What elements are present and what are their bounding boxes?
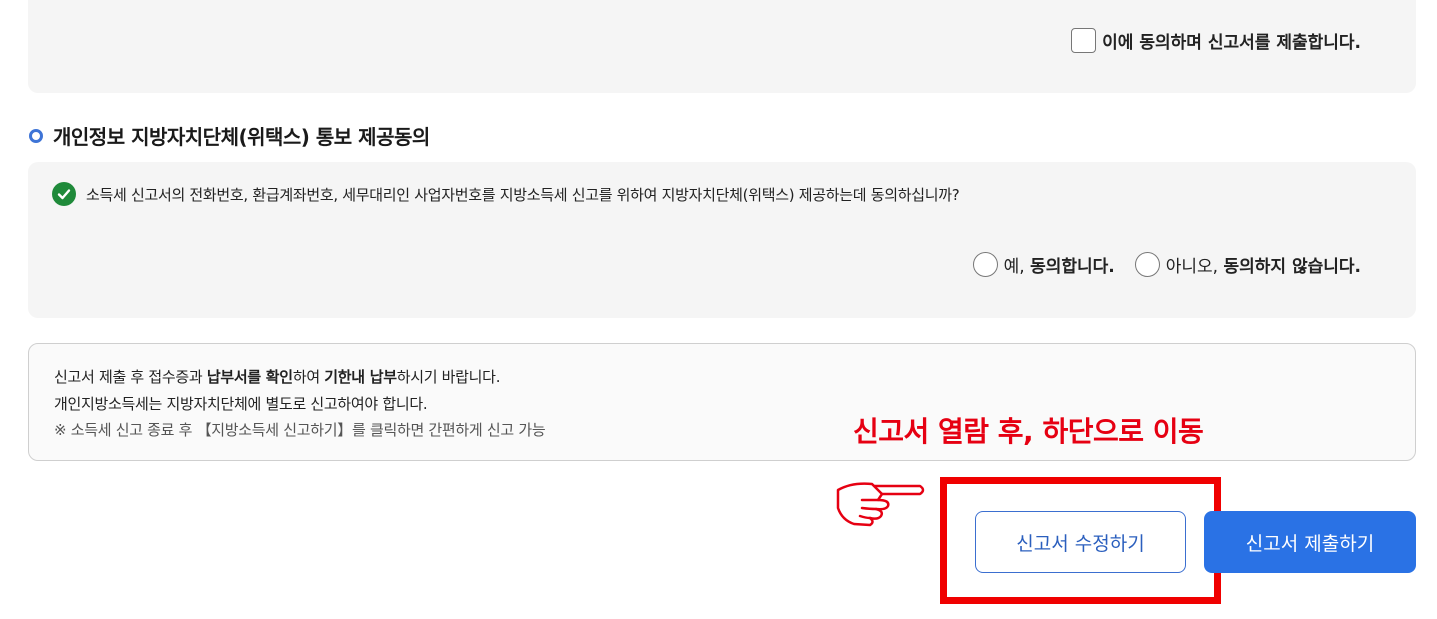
radio-yes[interactable] bbox=[972, 252, 998, 277]
checkbox-icon[interactable] bbox=[1071, 28, 1097, 53]
agree-submit-label: 이에 동의하며 신고서를 제출합니다. bbox=[1102, 33, 1361, 53]
submit-report-button[interactable]: 신고서 제출하기 bbox=[1204, 511, 1416, 573]
consent-question: 소득세 신고서의 전화번호, 환급계좌번호, 세무대리인 사업자번호를 지방소득… bbox=[52, 182, 960, 206]
consent-question-text: 소득세 신고서의 전화번호, 환급계좌번호, 세무대리인 사업자번호를 지방소득… bbox=[86, 185, 960, 204]
agree-submit-checkbox[interactable]: 이에 동의하며 신고서를 제출합니다. bbox=[1071, 28, 1361, 53]
notice-box: 신고서 제출 후 접수증과 납부서를 확인하여 기한내 납부하시기 바랍니다. … bbox=[28, 343, 1416, 461]
check-circle-icon bbox=[52, 182, 76, 206]
consent-yes-option[interactable]: 예, 동의합니다. bbox=[972, 252, 1115, 277]
radio-no[interactable] bbox=[1134, 252, 1160, 277]
section-title: 개인정보 지방자치단체(위택스) 통보 제공동의 bbox=[53, 125, 430, 149]
consent-section-header: 개인정보 지방자치단체(위택스) 통보 제공동의 bbox=[29, 121, 430, 150]
bullet-ring-icon bbox=[29, 128, 43, 143]
tax-report-page: 이에 동의하며 신고서를 제출합니다. 개인정보 지방자치단체(위택스) 통보 … bbox=[0, 0, 1437, 619]
notice-line-2: 개인지방소득세는 지방자치단체에 별도로 신고하여야 합니다. bbox=[54, 395, 428, 413]
agreement-box: 이에 동의하며 신고서를 제출합니다. bbox=[28, 0, 1416, 93]
annotation-text: 신고서 열람 후, 하단으로 이동 bbox=[853, 415, 1204, 448]
consent-yes-label: 예, 동의합니다. bbox=[1003, 257, 1115, 277]
consent-box: 소득세 신고서의 전화번호, 환급계좌번호, 세무대리인 사업자번호를 지방소득… bbox=[28, 162, 1416, 318]
consent-no-option[interactable]: 아니오, 동의하지 않습니다. bbox=[1134, 252, 1361, 277]
consent-no-label: 아니오, 동의하지 않습니다. bbox=[1165, 257, 1361, 277]
pointing-hand-icon bbox=[836, 482, 925, 527]
edit-report-button[interactable]: 신고서 수정하기 bbox=[975, 511, 1186, 573]
notice-line-1: 신고서 제출 후 접수증과 납부서를 확인하여 기한내 납부하시기 바랍니다. bbox=[54, 368, 501, 386]
notice-line-3: ※ 소득세 신고 종료 후 【지방소득세 신고하기】를 클릭하면 간편하게 신고… bbox=[54, 421, 546, 439]
consent-radio-group: 예, 동의합니다. 아니오, 동의하지 않습니다. bbox=[972, 252, 1361, 277]
